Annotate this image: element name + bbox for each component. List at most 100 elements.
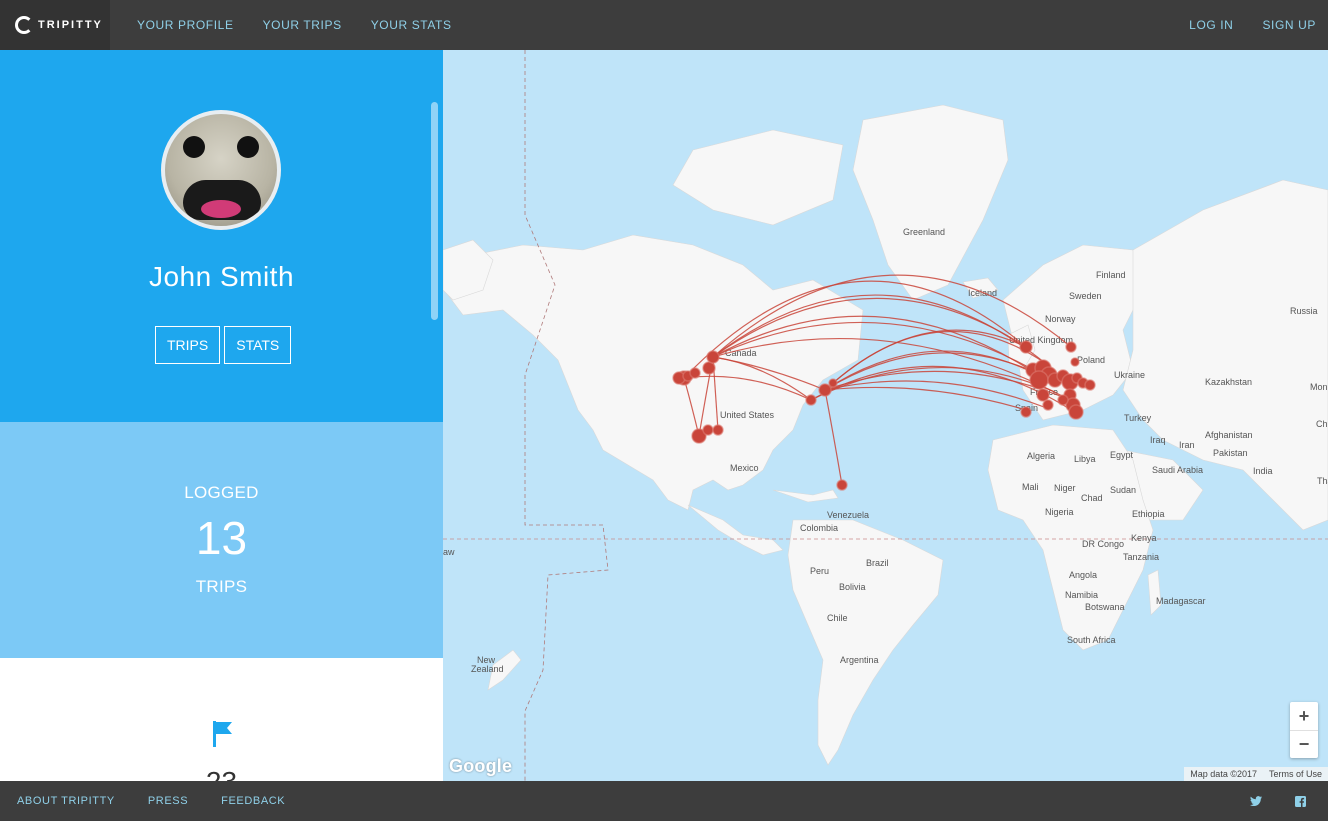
trip-location-marker[interactable]: [1057, 394, 1069, 406]
map-label-sweden: Sweden: [1069, 291, 1102, 301]
trip-location-marker[interactable]: [1070, 357, 1080, 367]
map-attribution: Map data ©2017 Terms of Use: [1184, 767, 1328, 781]
zoom-controls: + −: [1290, 702, 1318, 758]
trip-location-marker[interactable]: [1029, 370, 1049, 390]
trips-button[interactable]: TRIPS: [155, 326, 221, 364]
trips-top-label: LOGGED: [184, 483, 259, 502]
map-label-colombia: Colombia: [800, 523, 838, 533]
map-label-poland: Poland: [1077, 355, 1105, 365]
footer: ABOUT TRIPITTY PRESS FEEDBACK: [0, 781, 1328, 821]
map-data-label: Map data ©2017: [1190, 769, 1257, 779]
map-label-brazil: Brazil: [866, 558, 889, 568]
trip-location-marker[interactable]: [805, 394, 817, 406]
trip-route-line: [824, 386, 1027, 411]
map-label-sudan: Sudan: [1110, 485, 1136, 495]
map-label-bolivia: Bolivia: [839, 582, 866, 592]
flag-icon: [213, 721, 232, 747]
map-label-russia: Russia: [1290, 306, 1318, 316]
map-label-saudi-arabia: Saudi Arabia: [1152, 465, 1203, 475]
map-label-united-states: United States: [720, 410, 775, 420]
zoom-in-button[interactable]: +: [1290, 702, 1318, 730]
footer-feedback-link[interactable]: FEEDBACK: [221, 795, 285, 807]
landmass-arctic-islands: [672, 129, 844, 226]
profile-sidebar: John Smith TRIPS STATS LOGGED 13 TRIPS 2…: [0, 50, 443, 781]
map-label-iraq: Iraq: [1150, 435, 1166, 445]
trip-location-marker[interactable]: [828, 378, 838, 388]
trips-summary: LOGGED 13 TRIPS: [0, 422, 443, 658]
trip-route-line: [824, 389, 843, 486]
facebook-icon[interactable]: [1295, 795, 1306, 807]
map-label-argentina: Argentina: [840, 655, 879, 665]
map-label-chad: Chad: [1081, 493, 1103, 503]
map-label-new-zealand-2: Zealand: [471, 664, 504, 674]
trip-location-marker[interactable]: [712, 424, 724, 436]
nav-your-profile[interactable]: YOUR PROFILE: [137, 18, 234, 32]
trip-location-marker[interactable]: [1068, 404, 1084, 420]
map-label-tanzania: Tanzania: [1123, 552, 1159, 562]
footer-about-link[interactable]: ABOUT TRIPITTY: [17, 795, 115, 807]
map-canvas: Greenland Iceland Finland Sweden Norway …: [443, 50, 1328, 781]
footer-press-link[interactable]: PRESS: [148, 795, 188, 807]
terms-link[interactable]: Terms of Use: [1269, 769, 1322, 779]
trip-location-marker[interactable]: [689, 367, 701, 379]
landmass-caribbean: [772, 489, 839, 503]
trip-location-marker[interactable]: [1084, 379, 1096, 391]
brand-logo-link[interactable]: TRIPITTY: [0, 0, 110, 50]
map-label-turkey: Turkey: [1124, 413, 1152, 423]
map-label-dr-congo: DR Congo: [1082, 539, 1124, 549]
trip-location-marker[interactable]: [1042, 399, 1054, 411]
map-label-thailand: Thaila: [1317, 476, 1328, 486]
map-label-greenland: Greenland: [903, 227, 945, 237]
trip-location-marker[interactable]: [1065, 341, 1077, 353]
map-label-namibia: Namibia: [1065, 590, 1098, 600]
nav-your-stats[interactable]: YOUR STATS: [371, 18, 452, 32]
user-name: John Smith: [148, 261, 295, 292]
avatar: [161, 110, 281, 230]
landmass-central-america: [687, 504, 784, 556]
trip-location-marker[interactable]: [706, 350, 720, 364]
map-label-peru: Peru: [810, 566, 829, 576]
zoom-out-button[interactable]: −: [1290, 730, 1318, 758]
profile-buttons: TRIPS STATS: [155, 326, 292, 364]
nav-your-trips[interactable]: YOUR TRIPS: [263, 18, 342, 32]
landmass-madagascar: [1147, 569, 1162, 616]
google-logo: Google: [449, 756, 513, 776]
map-label-edge: aw: [443, 547, 455, 557]
map-label-iran: Iran: [1179, 440, 1195, 450]
map-label-madagascar: Madagascar: [1156, 596, 1206, 606]
trip-location-marker[interactable]: [1036, 388, 1050, 402]
signup-link[interactable]: SIGN UP: [1262, 18, 1316, 32]
map-label-ukraine: Ukraine: [1114, 370, 1145, 380]
map-label-mali: Mali: [1022, 482, 1039, 492]
footer-social: [1250, 781, 1306, 821]
map-label-kenya: Kenya: [1131, 533, 1157, 543]
map-label-mongolia: Mon: [1310, 382, 1328, 392]
auth-nav: LOG IN SIGN UP: [1189, 0, 1316, 50]
trip-location-marker[interactable]: [702, 361, 716, 375]
twitter-icon[interactable]: [1250, 796, 1262, 806]
top-navbar: TRIPITTY YOUR PROFILE YOUR TRIPS YOUR ST…: [0, 0, 1328, 50]
world-map[interactable]: Greenland Iceland Finland Sweden Norway …: [443, 50, 1328, 781]
map-label-botswana: Botswana: [1085, 602, 1125, 612]
map-label-norway: Norway: [1045, 314, 1076, 324]
trip-location-marker[interactable]: [836, 479, 848, 491]
sidebar-scrollbar[interactable]: [431, 102, 438, 320]
trip-location-marker[interactable]: [1020, 406, 1032, 418]
map-label-finland: Finland: [1096, 270, 1126, 280]
avatar-eye-right: [237, 136, 259, 158]
stats-button[interactable]: STATS: [224, 326, 292, 364]
trip-route-line: [810, 366, 1056, 401]
map-label-niger: Niger: [1054, 483, 1076, 493]
map-label-egypt: Egypt: [1110, 450, 1134, 460]
landmass-south-america: [787, 519, 944, 766]
map-label-libya: Libya: [1074, 454, 1096, 464]
landmass-greenland: [852, 104, 1009, 301]
trip-location-marker[interactable]: [1019, 340, 1033, 354]
avatar-eye-left: [183, 136, 205, 158]
login-link[interactable]: LOG IN: [1189, 18, 1233, 32]
map-label-ethiopia: Ethiopia: [1132, 509, 1165, 519]
profile-header: John Smith TRIPS STATS: [0, 50, 443, 422]
map-label-mexico: Mexico: [730, 463, 759, 473]
trip-location-marker[interactable]: [702, 424, 714, 436]
map-label-afghanistan: Afghanistan: [1205, 430, 1253, 440]
